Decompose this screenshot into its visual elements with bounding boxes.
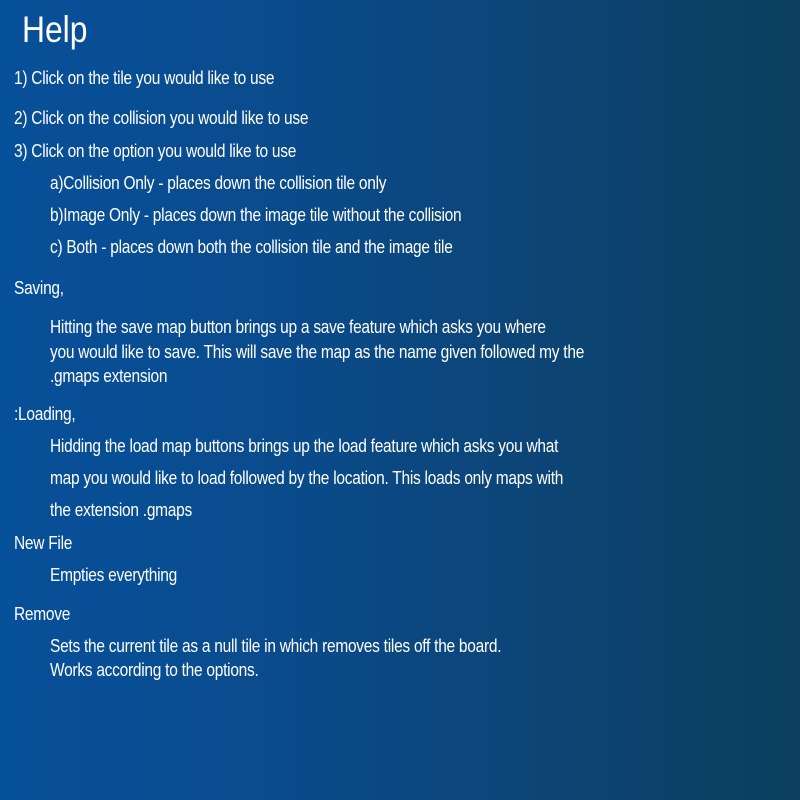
remove-line-1: Sets the current tile as a null tile in … <box>50 636 502 656</box>
saving-line-3: .gmaps extension <box>50 366 168 386</box>
saving-heading: Saving, <box>14 278 64 298</box>
loading-line-3: the extension .gmaps <box>50 500 192 520</box>
option-image-only-text: b)Image Only - places down the image til… <box>50 205 462 225</box>
loading-line-2: map you would like to load followed by t… <box>50 468 564 488</box>
remove-line-2: Works according to the options. <box>50 660 259 680</box>
step-2-text: 2) Click on the collision you would like… <box>14 108 309 128</box>
loading-line-1: Hidding the load map buttons brings up t… <box>50 436 559 456</box>
remove-heading: Remove <box>14 604 71 624</box>
saving-line-2: you would like to save. This will save t… <box>50 342 585 362</box>
help-title: Help <box>22 9 88 50</box>
option-both-text: c) Both - places down both the collision… <box>50 237 453 257</box>
option-collision-only-text: a)Collision Only - places down the colli… <box>50 173 387 193</box>
new-file-heading: New File <box>14 533 73 553</box>
step-3-text: 3) Click on the option you would like to… <box>14 141 297 161</box>
saving-line-1: Hitting the save map button brings up a … <box>50 317 546 337</box>
loading-heading: :Loading, <box>14 404 76 424</box>
step-1-text: 1) Click on the tile you would like to u… <box>14 68 275 88</box>
new-file-line-1: Empties everything <box>50 565 177 585</box>
help-panel: Help 1) Click on the tile you would like… <box>0 0 800 800</box>
